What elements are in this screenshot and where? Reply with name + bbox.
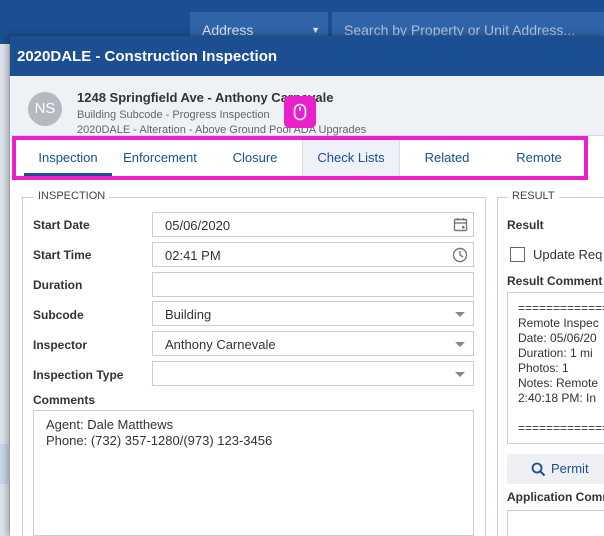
result-comment-line: 2:40:18 PM: In	[518, 391, 597, 405]
tab-related[interactable]: Related	[400, 140, 494, 176]
start-date-field[interactable]: 05/06/2020	[152, 212, 474, 237]
permit-button[interactable]: Permit	[507, 454, 604, 484]
chevron-down-icon	[455, 342, 465, 347]
inspection-legend: INSPECTION	[34, 190, 110, 202]
result-comment-label: Result Comment	[507, 274, 603, 288]
result-comment-line: ===============	[518, 301, 604, 315]
calendar-icon[interactable]	[453, 217, 468, 235]
result-comment-line: Date: 05/06/20	[518, 331, 597, 345]
result-comment-line	[518, 406, 604, 421]
start-date-label: Start Date	[33, 218, 90, 232]
mouse-icon	[284, 96, 316, 128]
chevron-down-icon	[455, 312, 465, 317]
result-comment-textarea[interactable]: =============== Remote Inspec Date: 05/0…	[507, 292, 604, 444]
comments-line: Phone: (732) 357-1280/(973) 123-3456	[46, 433, 273, 448]
inspection-modal: 2020DALE - Construction Inspection NS 12…	[10, 36, 604, 536]
result-legend: RESULT	[508, 190, 559, 202]
update-request-checkbox[interactable]	[510, 247, 525, 262]
start-time-value: 02:41 PM	[165, 248, 221, 263]
search-icon	[531, 462, 546, 477]
tab-check-lists[interactable]: Check Lists	[302, 140, 400, 176]
result-comment-line: Duration: 1 mi	[518, 346, 593, 360]
inspection-type-select[interactable]	[152, 361, 474, 386]
tab-inspection[interactable]: Inspection	[24, 140, 112, 176]
tab-enforcement[interactable]: Enforcement	[112, 140, 208, 176]
avatar: NS	[28, 92, 62, 126]
duration-label: Duration	[33, 278, 83, 292]
inspector-label: Inspector	[33, 338, 88, 352]
comments-textarea[interactable]: Agent: Dale Matthews Phone: (732) 357-12…	[33, 410, 474, 536]
inspector-select[interactable]: Anthony Carnevale	[152, 331, 474, 356]
result-label: Result	[507, 218, 544, 232]
subcode-select[interactable]: Building	[152, 301, 474, 326]
update-request-label: Update Req	[533, 247, 603, 262]
permit-button-label: Permit	[551, 461, 589, 476]
tab-closure[interactable]: Closure	[208, 140, 302, 176]
comments-label: Comments	[33, 393, 96, 407]
start-time-label: Start Time	[33, 248, 92, 262]
tab-bar: Inspection Enforcement Closure Check Lis…	[12, 136, 588, 180]
start-date-value: 05/06/2020	[165, 218, 231, 233]
chevron-down-icon	[455, 372, 465, 377]
result-comment-line: Photos: 1	[518, 361, 569, 375]
application-comment-label: Application Comm	[507, 490, 604, 504]
duration-input[interactable]	[152, 272, 474, 297]
subcode-label: Subcode	[33, 308, 84, 322]
inspection-type-label: Inspection Type	[33, 368, 124, 382]
inspector-value: Anthony Carnevale	[165, 337, 276, 352]
clock-icon[interactable]	[452, 247, 468, 266]
chevron-down-icon: ▼	[311, 25, 320, 35]
result-comment-line: ===============	[518, 421, 604, 435]
result-comment-line: Remote Inspec	[518, 316, 599, 330]
application-comment-textarea[interactable]	[507, 510, 604, 536]
comments-line: Agent: Dale Matthews	[46, 417, 174, 432]
record-subtitle: Building Subcode - Progress Inspection	[77, 109, 270, 121]
sidebar-selected-item	[0, 444, 10, 484]
result-comment-line: Notes: Remote	[518, 376, 599, 390]
tab-remote[interactable]: Remote	[494, 140, 584, 176]
modal-title: 2020DALE - Construction Inspection	[10, 36, 604, 76]
background-sidebar	[0, 44, 10, 536]
subcode-value: Building	[165, 307, 212, 322]
start-time-field[interactable]: 02:41 PM	[152, 242, 474, 267]
record-description: 2020DALE - Alteration - Above Ground Poo…	[77, 124, 367, 136]
